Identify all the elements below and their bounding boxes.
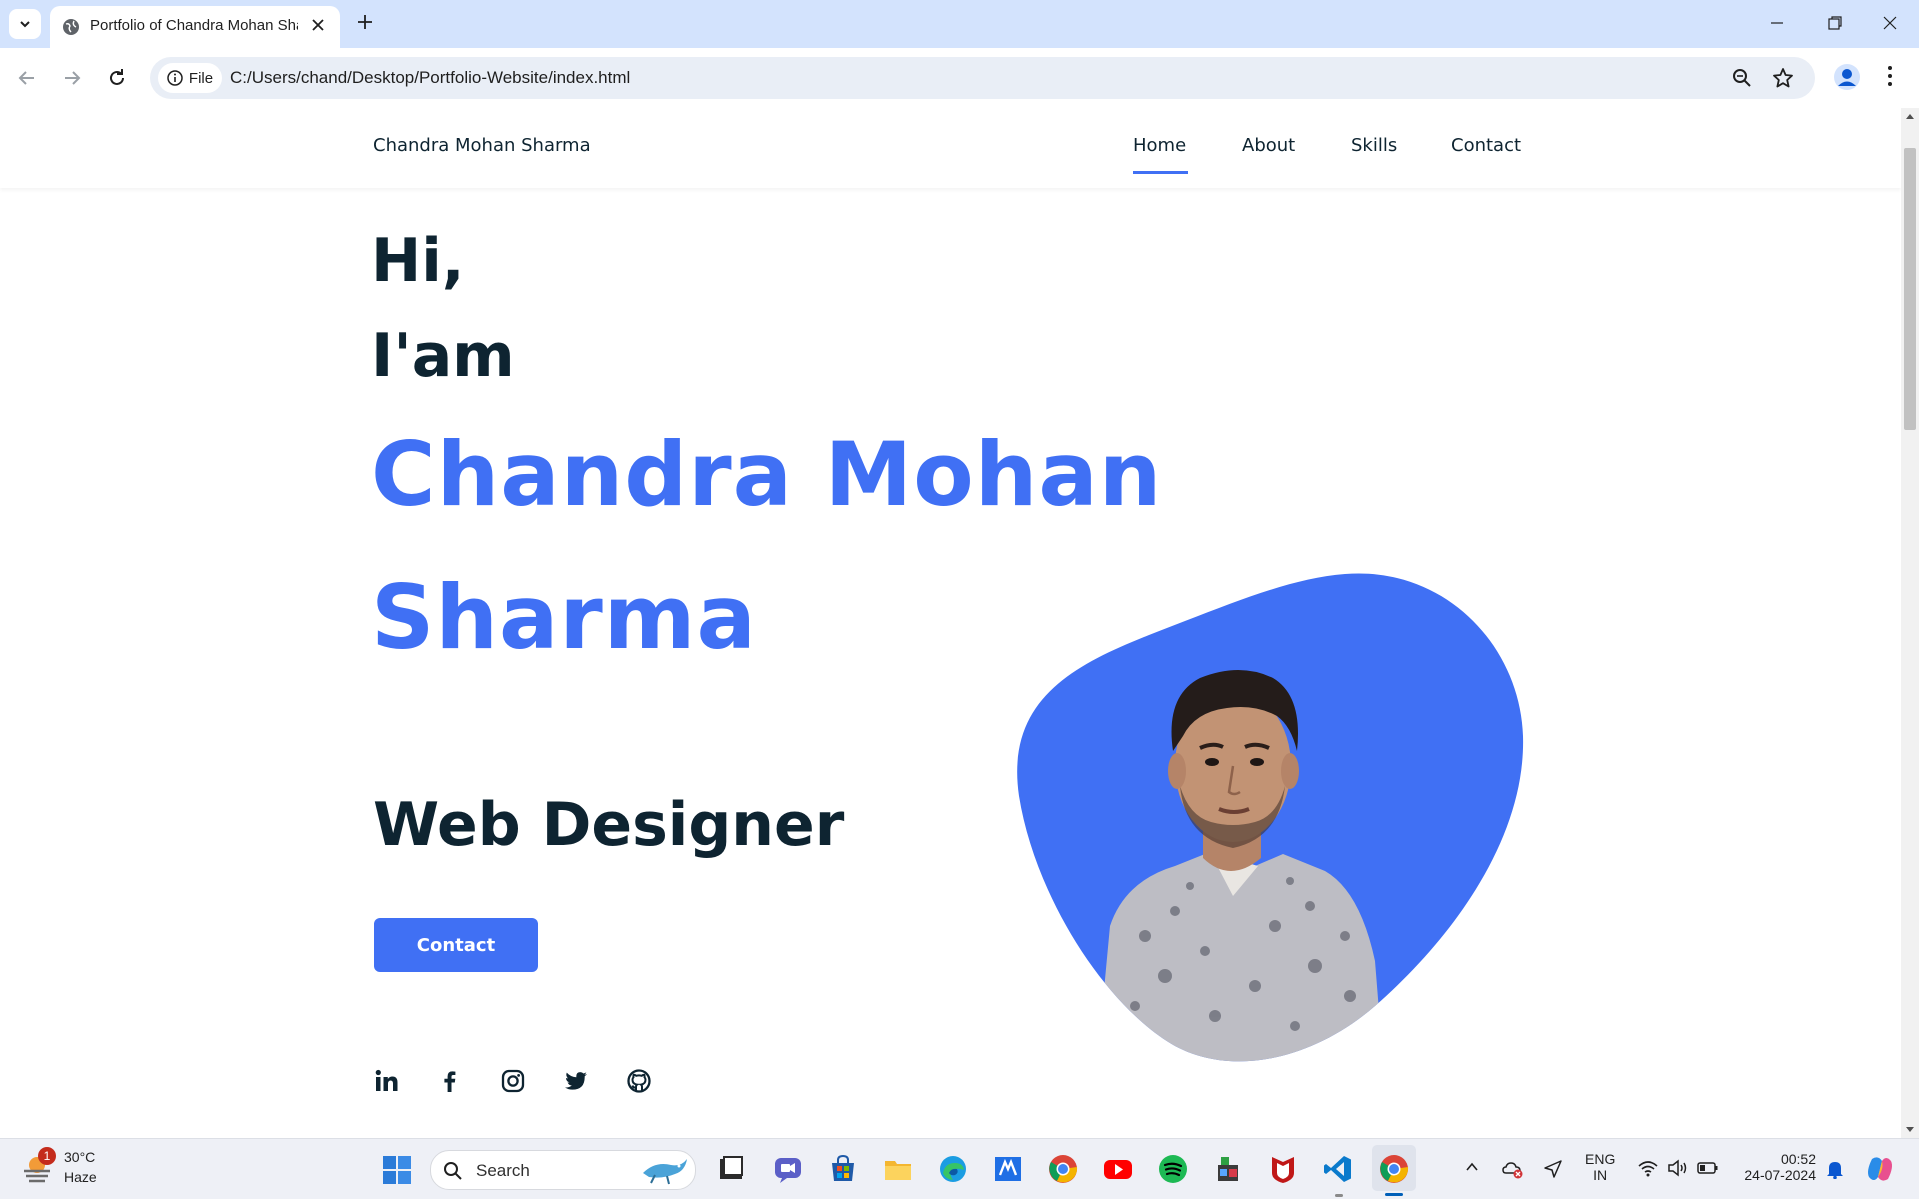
clock-time: 00:52 [1780,1151,1816,1167]
scroll-up-icon[interactable] [1905,112,1915,122]
nav-skills[interactable]: Skills [1351,135,1397,156]
tab-list-button[interactable] [9,9,41,39]
globe-icon [63,19,79,35]
hero-intro: I'am [371,321,515,391]
hero-name-line2: Sharma [371,566,757,669]
teams-icon[interactable] [772,1153,804,1185]
taskbar-search[interactable]: Search [430,1150,696,1190]
chrome-active-icon[interactable] [1378,1153,1410,1185]
address-bar[interactable]: File C:/Users/chand/Desktop/Portfolio-We… [150,57,1815,99]
hero-image [1015,566,1525,1066]
more-menu-icon[interactable] [1886,65,1894,87]
weather-badge: 1 [38,1147,56,1165]
back-arrow-icon[interactable] [16,67,38,89]
clock[interactable]: 00:52 24-07-2024 [1738,1151,1816,1183]
volume-icon[interactable] [1667,1159,1689,1177]
hero-name-line1: Chandra Mohan [371,423,1163,526]
nav-about[interactable]: About [1242,135,1295,156]
mcafee-icon[interactable] [1267,1153,1299,1185]
facebook-icon[interactable] [437,1068,463,1094]
search-label: Search [476,1161,530,1180]
browser-tab-bar: Portfolio of Chandra Mohan Sharma [0,0,1919,48]
scroll-thumb[interactable] [1904,148,1916,430]
scroll-down-icon[interactable] [1905,1124,1915,1134]
url-text[interactable]: C:/Users/chand/Desktop/Portfolio-Website… [230,68,630,88]
weather-desc: Haze [64,1169,97,1185]
language-indicator[interactable]: ENG IN [1585,1151,1615,1183]
page-viewport: Chandra Mohan Sharma Home About Skills C… [0,108,1901,1138]
clock-date: 24-07-2024 [1744,1167,1816,1183]
bookmark-star-icon[interactable] [1772,67,1794,89]
folder-icon[interactable] [882,1153,914,1185]
instagram-icon[interactable] [500,1068,526,1094]
chevron-up-icon[interactable] [1464,1159,1480,1175]
site-header: Chandra Mohan Sharma Home About Skills C… [0,108,1901,188]
site-info-chip[interactable]: File [158,63,222,93]
vscode-icon[interactable] [1322,1153,1354,1185]
info-icon [167,70,183,86]
tab-title: Portfolio of Chandra Mohan Sharma [90,17,298,34]
linkedin-icon[interactable] [374,1068,400,1094]
browser-tab[interactable]: Portfolio of Chandra Mohan Sharma [50,6,340,48]
site-chip-label: File [188,69,214,87]
windows-taskbar: 1 30°C Haze Search ENG IN 00:52 24-07-20… [0,1138,1919,1199]
profile-icon[interactable] [1833,63,1861,91]
nav-active-underline [1133,171,1188,174]
nav-home[interactable]: Home [1133,135,1186,156]
windows-start-icon[interactable] [382,1155,412,1185]
game-app-icon[interactable] [1212,1153,1244,1185]
location-icon[interactable] [1543,1159,1563,1179]
language-line2: IN [1593,1167,1608,1183]
wifi-icon[interactable] [1637,1159,1659,1177]
chrome-icon[interactable] [1047,1153,1079,1185]
search-icon [444,1162,462,1180]
language-line1: ENG [1585,1151,1616,1167]
close-icon[interactable] [311,18,325,32]
copilot-icon[interactable] [1864,1153,1896,1185]
spotify-icon[interactable] [1157,1153,1189,1185]
page-scrollbar[interactable] [1901,108,1919,1138]
active-indicator [1385,1193,1403,1196]
github-icon[interactable] [626,1068,652,1094]
reload-icon[interactable] [106,67,128,89]
zoom-icon[interactable] [1732,68,1752,88]
edge-icon[interactable] [937,1153,969,1185]
weather-temp: 30°C [64,1149,96,1165]
nav-contact[interactable]: Contact [1451,135,1521,156]
battery-icon[interactable] [1697,1159,1719,1177]
onedrive-error-icon[interactable] [1502,1159,1524,1179]
hero-greeting: Hi, [371,226,465,296]
new-tab-icon[interactable] [355,12,375,32]
twitter-icon[interactable] [563,1068,589,1094]
hero-role: Web Designer [373,790,845,860]
profile-photo [1017,573,1524,1062]
browser-toolbar: File C:/Users/chand/Desktop/Portfolio-We… [0,48,1919,109]
microsoft-store-icon[interactable] [827,1153,859,1185]
chevron-down-icon [20,21,30,28]
site-logo[interactable]: Chandra Mohan Sharma [373,135,591,156]
minimize-icon[interactable] [1768,14,1786,32]
restore-icon[interactable] [1826,14,1844,32]
running-indicator [1335,1194,1343,1197]
contact-button[interactable]: Contact [374,918,538,972]
notification-bell-icon[interactable] [1826,1159,1844,1179]
youtube-icon[interactable] [1102,1153,1134,1185]
search-highlight-art-icon [643,1159,687,1185]
window-close-icon[interactable] [1881,14,1899,32]
file-explorer-icon[interactable] [715,1153,747,1185]
forward-arrow-icon[interactable] [61,67,83,89]
visual-studio-icon[interactable] [992,1153,1024,1185]
